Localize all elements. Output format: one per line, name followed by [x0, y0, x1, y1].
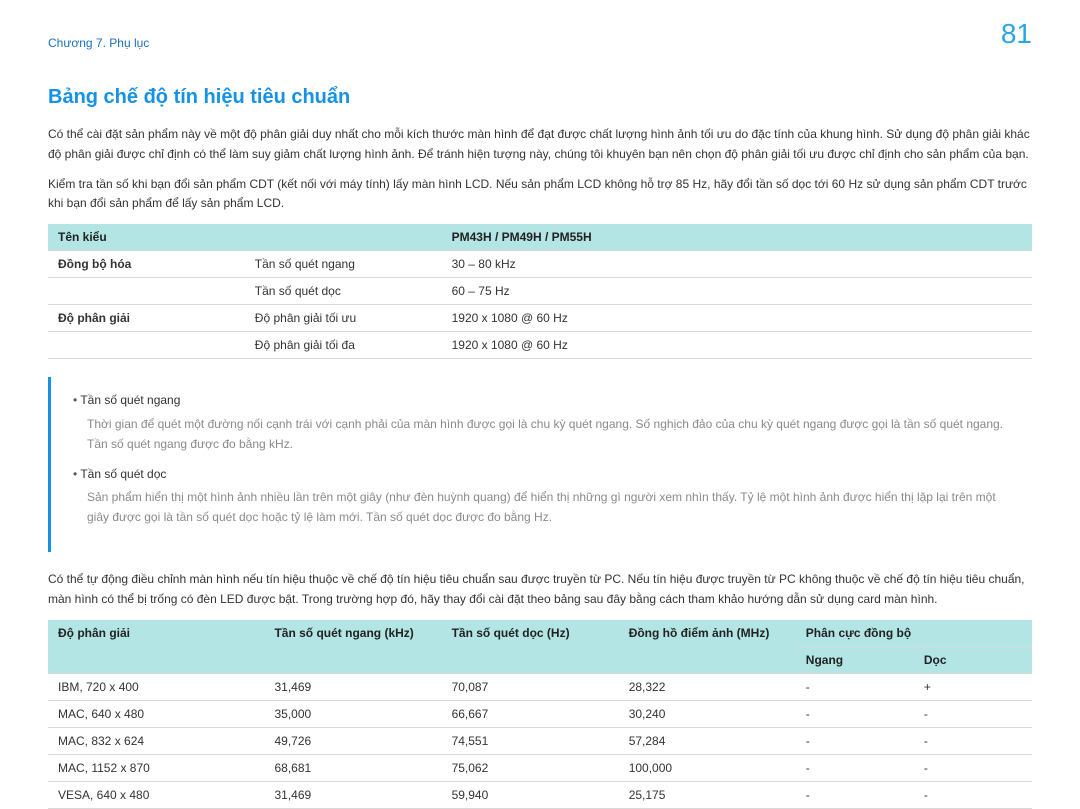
cell-pc: 30,240 [619, 700, 796, 727]
cell-group [48, 332, 245, 359]
table-row: MAC, 640 x 480 35,000 66,667 30,240 - - [48, 700, 1032, 727]
table-row: MAC, 1152 x 870 68,681 75,062 100,000 - … [48, 754, 1032, 781]
note-item: Tần số quét dọc Sản phẩm hiển thị một hì… [73, 465, 1016, 528]
cell-group: Độ phân giải [48, 305, 245, 332]
col-vfreq: Tần số quét dọc (Hz) [442, 620, 619, 674]
cell-hf: 31,469 [264, 673, 441, 700]
cell-v: + [914, 673, 1032, 700]
cell-value: 1920 x 1080 @ 60 Hz [442, 332, 1032, 359]
intro-paragraph-2: Kiểm tra tần số khi bạn đổi sản phẩm CDT… [48, 175, 1032, 215]
breadcrumb: Chương 7. Phụ lục [48, 36, 1032, 50]
col-polarity-v: Dọc [914, 646, 1032, 673]
cell-res: IBM, 720 x 400 [48, 673, 264, 700]
cell-vf: 74,551 [442, 727, 619, 754]
cell-res: VESA, 640 x 480 [48, 781, 264, 808]
col-hfreq: Tần số quét ngang (kHz) [264, 620, 441, 674]
table-row: MAC, 832 x 624 49,726 74,551 57,284 - - [48, 727, 1032, 754]
cell-label: Tần số quét ngang [245, 251, 442, 278]
col-polarity: Phân cực đồng bộ [796, 620, 1032, 647]
table-row: VESA, 640 x 480 31,469 59,940 25,175 - - [48, 781, 1032, 808]
cell-pc: 25,175 [619, 781, 796, 808]
cell-h: - [796, 754, 914, 781]
note-head: Tần số quét dọc [73, 465, 1016, 485]
cell-h: - [796, 700, 914, 727]
table-row: Đồng bộ hóa Tần số quét ngang 30 – 80 kH… [48, 251, 1032, 278]
cell-h: - [796, 727, 914, 754]
cell-label: Độ phân giải tối đa [245, 332, 442, 359]
cell-vf: 66,667 [442, 700, 619, 727]
note-box: Tần số quét ngang Thời gian để quét một … [48, 377, 1032, 552]
note-item: Tần số quét ngang Thời gian để quét một … [73, 391, 1016, 454]
note-desc: Thời gian để quét một đường nối cạnh trá… [87, 415, 1016, 455]
table-row: Độ phân giải Độ phân giải tối ưu 1920 x … [48, 305, 1032, 332]
cell-res: MAC, 640 x 480 [48, 700, 264, 727]
cell-vf: 75,062 [442, 754, 619, 781]
cell-v: - [914, 754, 1032, 781]
cell-v: - [914, 700, 1032, 727]
table-row: IBM, 720 x 400 31,469 70,087 28,322 - + [48, 673, 1032, 700]
col-pixelclock: Đồng hồ điểm ảnh (MHz) [619, 620, 796, 674]
col-model-name: Tên kiểu [48, 224, 442, 251]
table-row: Độ phân giải tối đa 1920 x 1080 @ 60 Hz [48, 332, 1032, 359]
cell-pc: 100,000 [619, 754, 796, 781]
cell-h: - [796, 673, 914, 700]
note-desc: Sản phẩm hiển thị một hình ảnh nhiều lần… [87, 488, 1016, 528]
cell-hf: 35,000 [264, 700, 441, 727]
cell-value: 1920 x 1080 @ 60 Hz [442, 305, 1032, 332]
cell-vf: 59,940 [442, 781, 619, 808]
cell-res: MAC, 1152 x 870 [48, 754, 264, 781]
page: Chương 7. Phụ lục 81 Bảng chế độ tín hiệ… [0, 0, 1080, 809]
cell-group: Đồng bộ hóa [48, 251, 245, 278]
cell-label: Độ phân giải tối ưu [245, 305, 442, 332]
col-model-values: PM43H / PM49H / PM55H [442, 224, 1032, 251]
cell-pc: 28,322 [619, 673, 796, 700]
cell-v: - [914, 727, 1032, 754]
body-paragraph-3: Có thể tự động điều chỉnh màn hình nếu t… [48, 570, 1032, 610]
page-number: 81 [1001, 18, 1032, 50]
intro-paragraph-1: Có thể cài đặt sản phẩm này về một độ ph… [48, 125, 1032, 165]
cell-value: 30 – 80 kHz [442, 251, 1032, 278]
col-polarity-h: Ngang [796, 646, 914, 673]
table-row: Tần số quét dọc 60 – 75 Hz [48, 278, 1032, 305]
col-resolution: Độ phân giải [48, 620, 264, 674]
cell-res: MAC, 832 x 624 [48, 727, 264, 754]
cell-vf: 70,087 [442, 673, 619, 700]
cell-pc: 57,284 [619, 727, 796, 754]
page-title: Bảng chế độ tín hiệu tiêu chuẩn [48, 86, 1032, 109]
cell-group [48, 278, 245, 305]
signal-mode-table: Độ phân giải Tần số quét ngang (kHz) Tần… [48, 620, 1032, 809]
note-head: Tần số quét ngang [73, 391, 1016, 411]
cell-hf: 49,726 [264, 727, 441, 754]
cell-v: - [914, 781, 1032, 808]
cell-hf: 31,469 [264, 781, 441, 808]
model-spec-table: Tên kiểu PM43H / PM49H / PM55H Đồng bộ h… [48, 224, 1032, 359]
cell-h: - [796, 781, 914, 808]
cell-hf: 68,681 [264, 754, 441, 781]
cell-value: 60 – 75 Hz [442, 278, 1032, 305]
cell-label: Tần số quét dọc [245, 278, 442, 305]
